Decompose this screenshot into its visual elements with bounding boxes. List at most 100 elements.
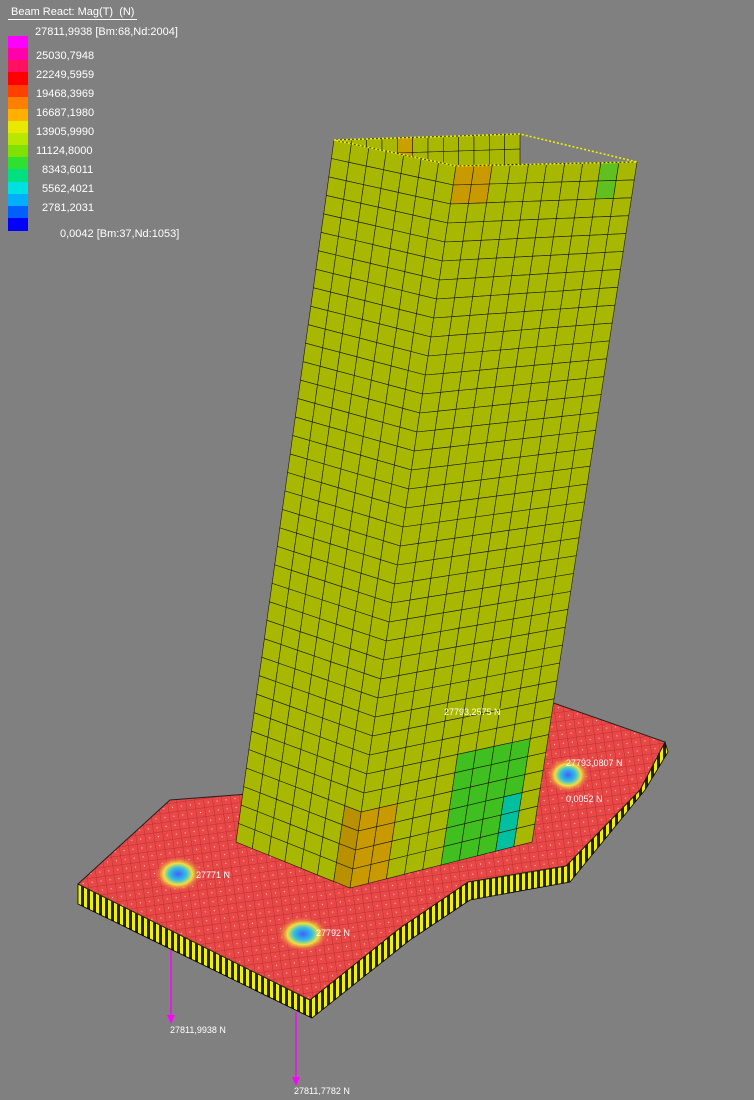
mesh-element	[599, 269, 621, 289]
mesh-element	[589, 216, 611, 236]
mesh-element	[561, 162, 584, 183]
mesh-element	[402, 505, 425, 528]
legend-swatch	[8, 157, 28, 170]
mesh-element	[549, 361, 571, 383]
mesh-element	[568, 465, 591, 487]
mesh-element	[525, 399, 548, 421]
mesh-element	[450, 425, 472, 448]
mesh-element	[558, 181, 581, 201]
legend-swatch	[8, 205, 28, 219]
mesh-element	[437, 390, 460, 412]
mesh-element	[488, 149, 506, 166]
mesh-element	[412, 136, 429, 153]
mesh-element	[454, 516, 476, 539]
mesh-element	[465, 202, 487, 223]
mesh-element	[528, 381, 550, 403]
mesh-element	[436, 519, 458, 542]
mesh-element	[505, 292, 528, 314]
mesh-element	[607, 215, 630, 235]
mesh-element	[522, 182, 545, 202]
legend-swatch	[8, 48, 28, 61]
mesh-element	[582, 376, 605, 397]
mesh-element	[613, 179, 635, 199]
mesh-element	[592, 198, 614, 218]
mesh-element	[441, 481, 464, 504]
mesh-element	[470, 164, 493, 185]
mesh-element	[504, 133, 521, 150]
mesh-element	[487, 293, 510, 315]
mesh-element	[579, 162, 602, 182]
reaction-arrowhead-1	[167, 1015, 175, 1024]
mesh-element	[433, 297, 455, 319]
mesh-element	[518, 328, 540, 349]
legend-swatch	[8, 36, 28, 49]
mesh-element	[571, 216, 593, 237]
mesh-element	[581, 270, 603, 290]
mesh-element	[443, 352, 465, 374]
mesh-element	[498, 219, 521, 240]
mesh-element	[408, 467, 430, 490]
mesh-element	[579, 394, 602, 415]
mesh-element	[484, 312, 507, 334]
mesh-element	[563, 501, 585, 523]
mesh-element	[426, 465, 449, 488]
mesh-element	[409, 577, 432, 601]
mesh-element	[500, 329, 522, 351]
mesh-element	[500, 563, 523, 586]
mesh-element	[444, 221, 467, 243]
mesh-element	[593, 304, 616, 325]
mesh-element	[475, 257, 497, 279]
legend-value-7: 8343,6011	[42, 164, 94, 176]
mesh-element	[566, 483, 588, 505]
mesh-element	[406, 596, 429, 620]
mesh-element	[466, 551, 489, 574]
mesh-element	[501, 438, 524, 460]
mesh-element	[519, 436, 542, 458]
legend-value-3: 19468,3969	[36, 88, 95, 100]
mesh-element	[533, 345, 556, 366]
mesh-element	[615, 161, 638, 181]
mesh-element	[441, 240, 464, 262]
mesh-element	[542, 290, 564, 311]
annotation-right-hole-bottom: 0,0052 N	[566, 794, 603, 804]
mesh-element	[576, 180, 599, 201]
mesh-element	[567, 360, 589, 381]
mesh-element	[543, 397, 566, 419]
mesh-element	[431, 427, 454, 450]
mesh-element	[489, 164, 511, 185]
mesh-element	[610, 197, 632, 217]
mesh-element	[440, 371, 462, 393]
mesh-element	[450, 184, 472, 205]
mesh-element	[574, 430, 596, 451]
mesh-element	[511, 255, 533, 277]
mesh-element	[479, 349, 501, 371]
mesh-element	[475, 495, 497, 518]
mesh-element	[438, 500, 461, 523]
mesh-element	[569, 342, 592, 363]
mesh-element	[555, 199, 578, 219]
mesh-element	[488, 134, 506, 151]
mesh-element	[585, 358, 607, 379]
mesh-element	[568, 234, 591, 255]
legend-value-9: 2781,2031	[42, 202, 94, 214]
mesh-element	[496, 474, 518, 497]
mesh-element	[472, 276, 494, 298]
mesh-element	[553, 217, 575, 238]
mesh-element	[506, 527, 528, 550]
mesh-element	[498, 456, 521, 478]
mesh-element	[514, 237, 536, 258]
mesh-element	[478, 477, 500, 499]
mesh-element	[444, 463, 467, 485]
legend-value-6: 11124,8000	[36, 145, 93, 157]
mesh-element	[594, 180, 617, 200]
mesh-element	[429, 446, 451, 469]
mesh-element	[539, 308, 561, 329]
mesh-element	[532, 236, 554, 257]
annotation-tower-center: 27793,2575 N	[444, 707, 501, 717]
mesh-element	[537, 199, 560, 220]
mesh-element	[511, 490, 534, 513]
mesh-element	[494, 366, 517, 388]
mesh-element	[490, 275, 513, 296]
mesh-element	[465, 442, 488, 464]
mesh-element	[524, 524, 546, 547]
